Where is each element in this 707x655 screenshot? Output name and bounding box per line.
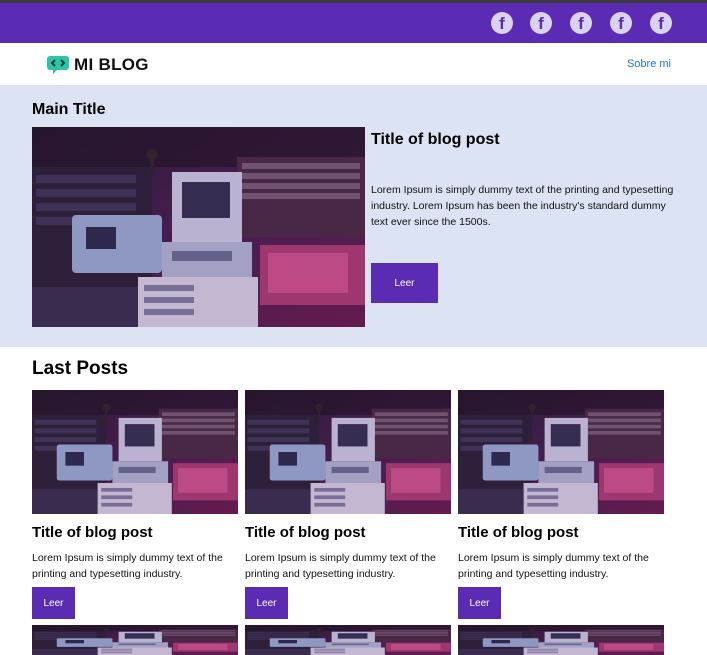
facebook-icon[interactable]: f bbox=[491, 12, 513, 34]
post-excerpt: Lorem Ipsum is simply dummy text of the … bbox=[32, 552, 223, 580]
read-button[interactable]: Leer bbox=[458, 587, 501, 619]
post-image bbox=[458, 390, 664, 514]
post-image bbox=[245, 390, 451, 514]
hero-post-excerpt: Lorem Ipsum is simply dummy text of the … bbox=[371, 184, 674, 228]
hero-post-title: Title of blog post bbox=[371, 131, 500, 148]
logo-text: MI BLOG bbox=[74, 55, 149, 74]
read-button[interactable]: Leer bbox=[245, 587, 288, 619]
chat-bubble-logo-icon bbox=[47, 56, 69, 74]
hero-section: Main Title Title of blog post Lorem Ipsu… bbox=[0, 85, 707, 347]
nav-link-sobre-mi[interactable]: Sobre mi bbox=[627, 58, 671, 70]
last-posts-title: Last Posts bbox=[32, 358, 129, 379]
post-excerpt: Lorem Ipsum is simply dummy text of the … bbox=[245, 552, 436, 580]
site-logo[interactable]: MI BLOG bbox=[46, 55, 149, 75]
post-card: Title of blog post Lorem Ipsum is simply… bbox=[458, 390, 664, 630]
social-bar: f f f f f bbox=[0, 3, 707, 43]
post-image bbox=[32, 625, 238, 655]
post-card: Title of blog post Lorem Ipsum is simply… bbox=[245, 390, 451, 630]
facebook-icon[interactable]: f bbox=[530, 12, 552, 34]
post-title: Title of blog post bbox=[458, 524, 579, 541]
post-image bbox=[458, 625, 664, 655]
post-title: Title of blog post bbox=[32, 524, 153, 541]
facebook-icon[interactable]: f bbox=[570, 12, 592, 34]
navbar: MI BLOG Sobre mi bbox=[0, 43, 707, 85]
post-card: Title of blog post Lorem Ipsum is simply… bbox=[32, 390, 238, 630]
hero-read-button[interactable]: Leer bbox=[371, 263, 438, 303]
post-title: Title of blog post bbox=[245, 524, 366, 541]
facebook-icon[interactable]: f bbox=[650, 12, 672, 34]
post-image bbox=[245, 625, 451, 655]
read-button[interactable]: Leer bbox=[32, 587, 75, 619]
post-excerpt: Lorem Ipsum is simply dummy text of the … bbox=[458, 552, 649, 580]
post-image bbox=[32, 390, 238, 514]
main-title: Main Title bbox=[32, 101, 106, 118]
facebook-icon[interactable]: f bbox=[610, 12, 632, 34]
hero-post-image bbox=[32, 127, 365, 327]
